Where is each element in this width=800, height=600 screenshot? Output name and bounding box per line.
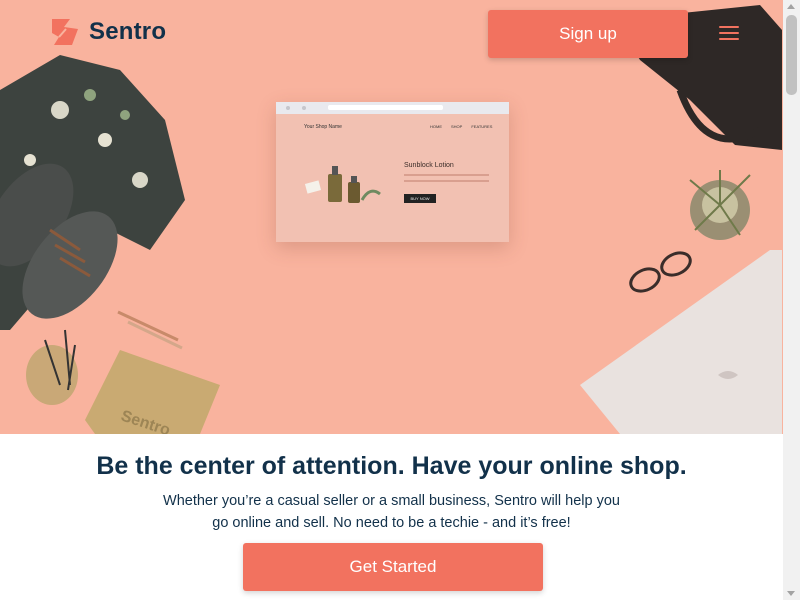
get-started-button[interactable]: Get Started bbox=[243, 543, 543, 591]
mockup-text-line bbox=[404, 174, 489, 176]
notebook-image: Sentro bbox=[85, 350, 220, 434]
hamburger-menu-icon[interactable] bbox=[719, 26, 739, 42]
mockup-nav-item: HOME bbox=[430, 124, 442, 129]
mockup-url-bar bbox=[328, 105, 443, 110]
mockup-nav-item: FEATURES bbox=[471, 124, 493, 129]
window-dot-icon bbox=[286, 106, 290, 110]
mockup-nav-item: SHOP bbox=[451, 124, 463, 129]
sign-up-button[interactable]: Sign up bbox=[488, 10, 688, 58]
page-subtext: Whether you’re a casual seller or a smal… bbox=[150, 490, 633, 534]
shop-preview-mockup: Your Shop Name HOME SHOP FEATURES Sunblo… bbox=[276, 102, 509, 242]
hero-banner: Sentro Sentro Sign up Your Shop Name HOM… bbox=[0, 0, 783, 434]
subtext-line: go online and sell. No need to be a tech… bbox=[212, 515, 571, 531]
logo[interactable]: Sentro bbox=[50, 17, 166, 47]
page-headline: Be the center of attention. Have your on… bbox=[96, 452, 687, 480]
laptop-image bbox=[580, 250, 782, 434]
mockup-shop-name: Your Shop Name bbox=[304, 124, 342, 130]
brand-name: Sentro bbox=[89, 18, 167, 45]
glasses-image bbox=[629, 251, 692, 293]
scroll-up-arrow-icon[interactable] bbox=[787, 4, 795, 9]
mockup-buy-button: BUY NOW bbox=[404, 194, 436, 203]
landing-page: Sentro Sentro Sign up Your Shop Name HOM… bbox=[0, 0, 783, 600]
product-bottles-icon bbox=[304, 166, 381, 203]
mockup-browser-bar bbox=[276, 102, 509, 114]
subtext-line: Whether you’re a casual seller or a smal… bbox=[163, 493, 620, 509]
plant-image bbox=[689, 170, 751, 240]
scrollbar-thumb[interactable] bbox=[786, 15, 797, 95]
window-dot-icon bbox=[302, 106, 306, 110]
mockup-nav: HOME SHOP FEATURES bbox=[430, 124, 492, 129]
sentro-logo-icon bbox=[52, 19, 78, 45]
mockup-product-title: Sunblock Lotion bbox=[404, 162, 454, 169]
scroll-down-arrow-icon[interactable] bbox=[787, 591, 795, 596]
mockup-text-line bbox=[404, 180, 489, 182]
vertical-scrollbar[interactable] bbox=[783, 0, 800, 600]
